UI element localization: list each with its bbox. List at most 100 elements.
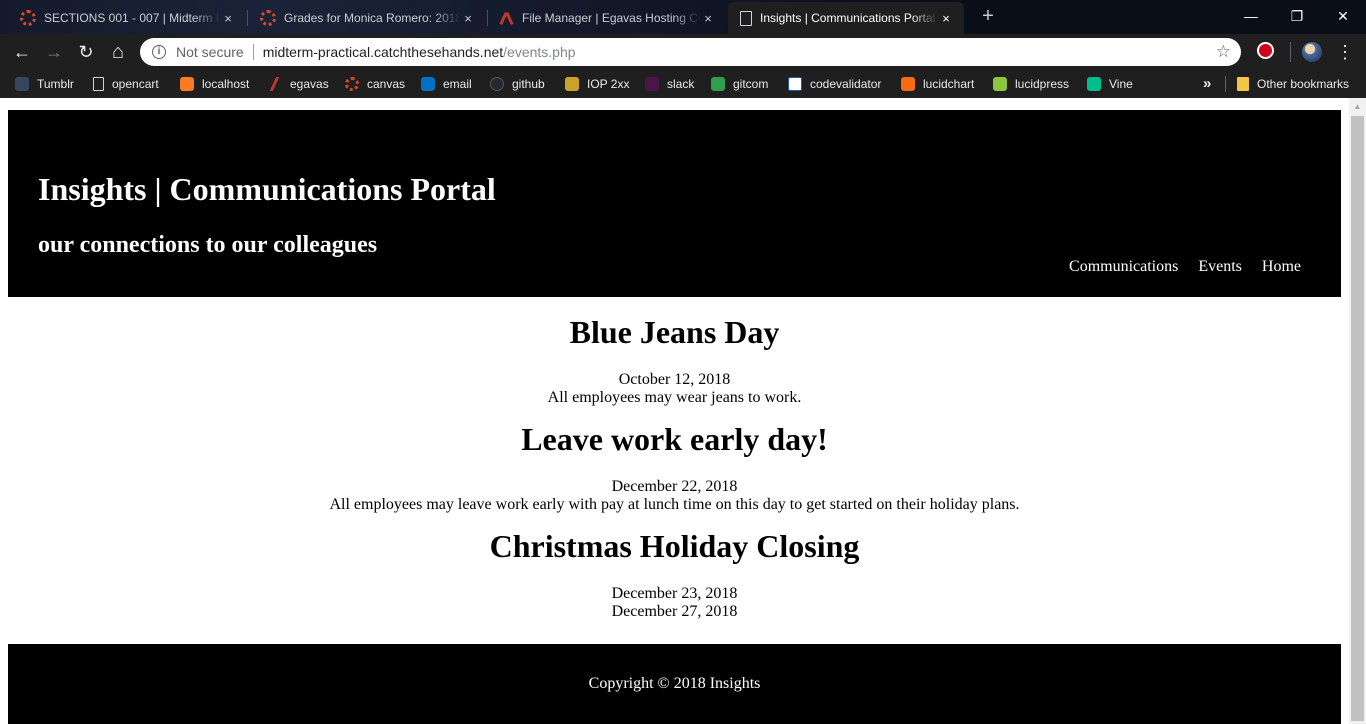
bookmark-lucidchart[interactable]: lucidchart [901, 75, 974, 93]
tab-midterm-sections[interactable]: SECTIONS 001 - 007 | Midterm Practical × [8, 2, 246, 34]
leaf-icon [711, 77, 725, 91]
event-end-date: December 27, 2018 [611, 603, 738, 620]
site-footer: Copyright © 2018 Insights [8, 644, 1341, 724]
bookmark-label: github [512, 77, 545, 91]
bookmark-egavas[interactable]: egavas [268, 75, 329, 93]
copyright-text: Copyright © 2018 Insights [588, 675, 761, 692]
info-icon[interactable]: i [152, 45, 166, 59]
slack-icon [645, 77, 659, 91]
document-icon [93, 77, 104, 91]
site-nav: Communications Events Home [1069, 258, 1301, 276]
egavas-icon [500, 11, 514, 25]
scrollbar[interactable]: ▲ [1349, 98, 1366, 724]
site-header: Insights | Communications Portal our con… [8, 110, 1341, 297]
nav-link-communications[interactable]: Communications [1069, 258, 1178, 276]
tab-insights-portal[interactable]: Insights | Communications Portal × [728, 2, 964, 34]
bookmark-label: codevalidator [810, 77, 882, 91]
profile-avatar[interactable] [1302, 42, 1322, 62]
site-page: Insights | Communications Portal our con… [0, 98, 1349, 724]
bookmark-canvas[interactable]: canvas [345, 75, 405, 93]
bookmark-email[interactable]: email [421, 75, 472, 93]
vine-icon [1087, 77, 1101, 91]
new-tab-button[interactable]: + [978, 6, 998, 26]
event-description: All employees may wear jeans to work. [547, 389, 802, 406]
site-title: Insights | Communications Portal [38, 171, 496, 207]
bookmark-github[interactable]: github [490, 75, 545, 93]
scroll-thumb[interactable] [1351, 116, 1364, 721]
address-bar[interactable]: i Not secure midterm-practical.catchthes… [140, 38, 1241, 66]
scroll-up-arrow-icon[interactable]: ▲ [1349, 98, 1366, 115]
xampp-icon [180, 77, 194, 91]
event-title: Christmas Holiday Closing [489, 528, 860, 564]
bookmark-label: gitcom [733, 77, 769, 91]
close-icon[interactable]: × [460, 11, 476, 26]
event-title: Leave work early day! [521, 421, 828, 457]
bookmark-codevalidator[interactable]: codevalidator [788, 75, 881, 93]
bookmark-lucidpress[interactable]: lucidpress [993, 75, 1069, 93]
tab-title: Insights | Communications Portal [760, 11, 936, 25]
close-icon[interactable]: × [700, 11, 716, 26]
minimize-button[interactable]: — [1228, 4, 1274, 28]
bookmark-label: localhost [202, 77, 250, 91]
egavas-icon [268, 77, 282, 91]
tab-title: SECTIONS 001 - 007 | Midterm Practical [44, 11, 220, 25]
tab-strip: SECTIONS 001 - 007 | Midterm Practical ×… [0, 0, 1366, 34]
bookmark-opencart[interactable]: opencart [93, 75, 159, 93]
bookmark-localhost[interactable]: localhost [180, 75, 249, 93]
close-icon[interactable]: × [938, 11, 954, 26]
graduation-cap-icon [565, 77, 579, 91]
canvas-ring-icon [345, 77, 359, 91]
bookmark-vine[interactable]: Vine [1087, 75, 1133, 93]
bookmark-label: Tumblr [37, 77, 74, 91]
bookmark-star-icon[interactable]: ☆ [1216, 42, 1231, 62]
url-host[interactable]: midterm-practical.catchthesehands.net [263, 44, 503, 60]
back-button[interactable]: ← [10, 40, 34, 64]
folder-icon [1237, 77, 1249, 91]
bookmark-slack[interactable]: slack [645, 75, 694, 93]
browser-toolbar: ← → ↻ ⌂ i Not secure midterm-practical.c… [0, 34, 1366, 70]
bookmark-label: lucidpress [1015, 77, 1070, 91]
home-button[interactable]: ⌂ [106, 40, 130, 64]
site-tagline: our connections to our colleagues [38, 232, 378, 258]
event-item: Blue Jeans Day October 12, 2018 All empl… [0, 316, 1349, 407]
event-start-date: December 23, 2018 [611, 585, 738, 602]
tab-grades[interactable]: Grades for Monica Romero: 2018 × [248, 2, 486, 34]
browser-menu-icon[interactable]: ⋮ [1336, 40, 1354, 64]
restore-button[interactable]: ❐ [1274, 4, 1320, 28]
bookmark-iop-2xx[interactable]: IOP 2xx [565, 75, 629, 93]
window-close-button[interactable]: ✕ [1320, 4, 1366, 28]
more-bookmarks-icon[interactable]: » [1203, 75, 1211, 92]
tab-title: Grades for Monica Romero: 2018 [284, 11, 460, 25]
bookmark-label: canvas [367, 77, 406, 91]
bookmark-label: IOP 2xx [587, 77, 630, 91]
lucidpress-icon [993, 77, 1007, 91]
other-bookmarks-label: Other bookmarks [1257, 77, 1350, 91]
event-date: October 12, 2018 [618, 371, 731, 388]
nav-link-home[interactable]: Home [1262, 258, 1301, 276]
reload-button[interactable]: ↻ [74, 40, 98, 64]
bookmarks-divider [1225, 76, 1226, 92]
tumblr-icon [15, 77, 29, 91]
url-path[interactable]: /events.php [503, 44, 575, 60]
omnibox-divider [252, 44, 254, 60]
tab-file-manager[interactable]: File Manager | Egavas Hosting Control × [488, 2, 726, 34]
canvas-ring-icon [20, 10, 36, 26]
tab-title: File Manager | Egavas Hosting Control [522, 11, 700, 25]
events-list: Blue Jeans Day October 12, 2018 All empl… [0, 316, 1349, 621]
security-label[interactable]: Not secure [176, 44, 244, 60]
canvas-ring-icon [260, 10, 276, 26]
event-item: Leave work early day! December 22, 2018 … [0, 423, 1349, 514]
bookmark-gitcom[interactable]: gitcom [711, 75, 768, 93]
adblock-extension-icon[interactable] [1257, 42, 1274, 59]
nav-link-events[interactable]: Events [1198, 258, 1242, 276]
forward-button[interactable]: → [42, 40, 66, 64]
event-date: December 22, 2018 [611, 478, 738, 495]
bookmark-tumblr[interactable]: Tumblr [15, 75, 74, 93]
close-icon[interactable]: × [220, 11, 236, 26]
toolbar-divider [1290, 42, 1291, 62]
github-icon [490, 77, 504, 91]
outlook-icon [421, 77, 435, 91]
bookmark-label: Vine [1109, 77, 1133, 91]
other-bookmarks[interactable]: Other bookmarks [1237, 75, 1349, 93]
bookmark-label: email [443, 77, 472, 91]
